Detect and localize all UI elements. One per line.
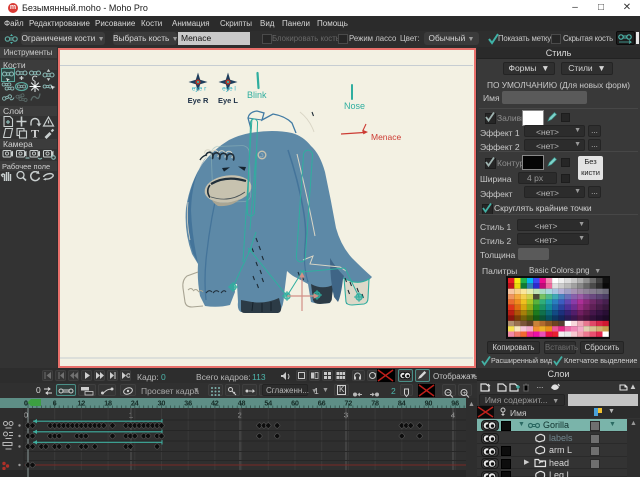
svg-text:0: 0 xyxy=(24,401,28,408)
svg-text:−: − xyxy=(447,390,451,397)
svg-text:0: 0 xyxy=(24,411,28,420)
svg-text:48: 48 xyxy=(238,401,246,408)
svg-text:+: + xyxy=(463,390,467,397)
svg-text:Eye R: Eye R xyxy=(188,96,209,105)
svg-text:60: 60 xyxy=(291,401,299,408)
svg-text:72: 72 xyxy=(345,401,353,408)
svg-text:78: 78 xyxy=(371,401,379,408)
svg-text:90: 90 xyxy=(425,401,433,408)
svg-text:eye l: eye l xyxy=(222,86,236,93)
svg-text:66: 66 xyxy=(318,401,326,408)
svg-text:84: 84 xyxy=(398,401,406,408)
svg-text:eye r: eye r xyxy=(192,86,207,93)
svg-text:Инструменты: Инструменты xyxy=(4,48,53,57)
svg-text:Blink: Blink xyxy=(247,90,267,100)
svg-text:96: 96 xyxy=(451,401,459,408)
svg-text:36: 36 xyxy=(184,401,192,408)
svg-text:Рабочее поле: Рабочее поле xyxy=(2,162,50,171)
svg-text:54: 54 xyxy=(264,401,272,408)
svg-text:30: 30 xyxy=(158,401,166,408)
svg-text:18: 18 xyxy=(104,401,112,408)
svg-text:24: 24 xyxy=(131,401,139,408)
svg-text:6: 6 xyxy=(53,401,57,408)
svg-text:▲: ▲ xyxy=(468,401,475,408)
svg-text:Камера: Камера xyxy=(3,139,33,149)
svg-text:Nose: Nose xyxy=(344,101,365,111)
svg-text:Слой: Слой xyxy=(3,106,24,116)
svg-text:Eye L: Eye L xyxy=(218,96,238,105)
svg-text:12: 12 xyxy=(78,401,86,408)
svg-text:42: 42 xyxy=(211,401,219,408)
svg-text:Menace: Menace xyxy=(371,132,402,142)
